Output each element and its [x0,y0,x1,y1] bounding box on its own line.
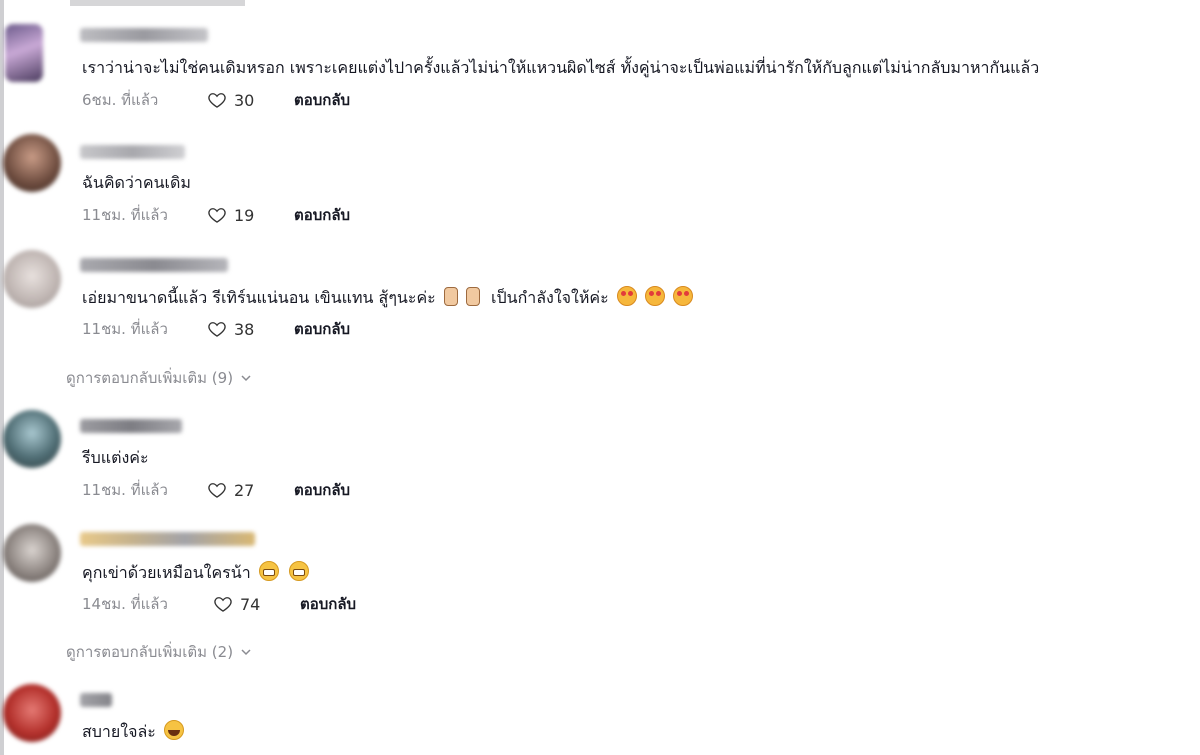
like-count: 30 [234,90,255,110]
comment-text: เราว่าน่าจะไม่ใช่คนเดิมหรอก เพราะเคยแต่ง… [82,58,1040,77]
heart-icon [208,208,226,223]
comment-text: ฉันคิดว่าคนเดิม [82,173,191,192]
like-button[interactable]: 19 [207,205,294,225]
blurred-username[interactable] [80,693,112,707]
smiling-heart-eyes-icon [673,286,693,306]
comment-meta: 6ชม. ที่แล้ว 30 ตอบกลับ [82,90,350,110]
reply-button[interactable]: ตอบกลับ [294,88,350,112]
like-count: 38 [234,319,255,339]
comment-text: รีบแต่งค่ะ [82,448,149,467]
avatar[interactable] [3,134,61,192]
reply-button[interactable]: ตอบกลับ [294,203,350,227]
victory-hand-icon [465,287,480,306]
view-more-replies-label: ดูการตอบกลับเพิ่มเติม (2) [66,643,234,661]
left-scroll-rail [0,0,4,755]
like-count: 27 [234,480,255,500]
like-button[interactable]: 38 [207,319,294,339]
avatar[interactable] [3,684,61,742]
comment-text-main: คุกเข่าด้วยเหมือนใครน้า [82,563,251,582]
blurred-username [70,0,245,6]
avatar[interactable] [3,250,61,308]
avatar[interactable] [5,24,43,82]
comment-meta: 14ชม. ที่แล้ว 74 ตอบกลับ [82,594,356,614]
blurred-username[interactable] [80,145,185,159]
avatar[interactable] [3,410,61,468]
comment-text: เอ่ยมาขนาดนี้แล้ว รีเทิร์นแน่นอน เขินแทน… [82,286,693,311]
smiling-heart-eyes-icon [616,286,637,306]
blurred-username[interactable] [80,258,228,272]
blurred-username[interactable] [80,532,255,546]
like-button[interactable]: 30 [207,90,294,110]
comment-meta: 11ชม. ที่แล้ว 38 ตอบกลับ [82,319,350,339]
grinning-face-icon [258,561,279,581]
like-button[interactable]: 74 [213,594,300,614]
heart-icon [208,93,226,108]
view-more-replies[interactable]: ดูการตอบกลับเพิ่มเติม (2) [66,640,252,664]
avatar[interactable] [3,524,61,582]
heart-icon [214,597,232,612]
grinning-face-icon [288,561,309,581]
like-count: 19 [234,205,255,225]
comment-meta: 11ชม. ที่แล้ว 19 ตอบกลับ [82,205,350,225]
like-count: 74 [240,594,261,614]
chevron-down-icon [241,649,251,656]
comment-meta: 11ชม. ที่แล้ว 27 ตอบกลับ [82,480,350,500]
blurred-username[interactable] [80,419,182,433]
comment-time: 14ชม. ที่แล้ว [82,595,168,613]
laughing-face-icon [163,720,184,740]
smiling-heart-eyes-icon [644,286,665,306]
heart-icon [208,322,226,337]
comment-text-main: สบายใจล่ะ [82,722,156,741]
reply-button[interactable]: ตอบกลับ [300,592,356,616]
heart-icon [208,483,226,498]
comment-time: 11ชม. ที่แล้ว [82,320,168,338]
comment-text-main: เอ่ยมาขนาดนี้แล้ว รีเทิร์นแน่นอน เขินแทน… [82,288,436,307]
comment-time: 11ชม. ที่แล้ว [82,206,168,224]
comment-text: คุกเข่าด้วยเหมือนใครน้า [82,561,309,586]
reply-button[interactable]: ตอบกลับ [294,317,350,341]
view-more-replies[interactable]: ดูการตอบกลับเพิ่มเติม (9) [66,366,252,390]
comment-time: 11ชม. ที่แล้ว [82,481,168,499]
blurred-username[interactable] [80,28,208,42]
reply-button[interactable]: ตอบกลับ [294,478,350,502]
comment-text-tail: เป็นกำลังใจให้ค่ะ [491,288,609,307]
view-more-replies-label: ดูการตอบกลับเพิ่มเติม (9) [66,369,234,387]
like-button[interactable]: 27 [207,480,294,500]
victory-hand-icon [443,287,458,306]
comment-text: สบายใจล่ะ [82,720,184,745]
comment-time: 6ชม. ที่แล้ว [82,91,159,109]
chevron-down-icon [241,375,251,382]
